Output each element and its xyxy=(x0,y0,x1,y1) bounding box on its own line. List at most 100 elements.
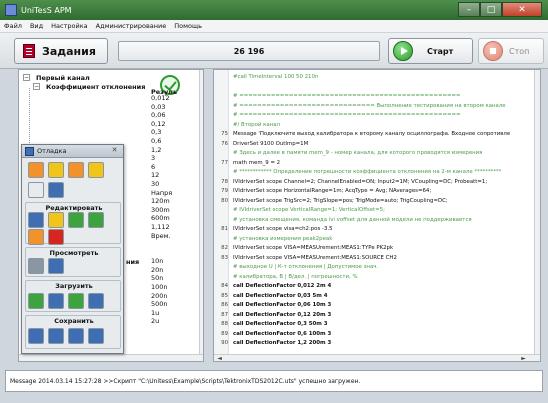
collapse-icon[interactable]: − xyxy=(23,74,30,81)
collapse-icon[interactable]: − xyxy=(33,83,40,90)
scroll-right-icon[interactable]: ► xyxy=(520,355,527,361)
edit-list-icon[interactable] xyxy=(48,212,64,228)
tree-vertical-scrollbar[interactable] xyxy=(199,70,203,361)
goto-line-icon[interactable] xyxy=(28,182,44,198)
debug-palette[interactable]: Отладка ✕ Редактировать Просмотреть Загр… xyxy=(21,144,124,354)
app-icon xyxy=(5,4,17,16)
step-into-icon[interactable] xyxy=(28,162,44,178)
line-number: 87 xyxy=(221,311,228,318)
load-db2-icon[interactable] xyxy=(48,293,64,309)
code-line[interactable]: # ======================================… xyxy=(214,111,461,120)
maximize-button[interactable]: □ xyxy=(480,2,502,17)
result-value: 50n xyxy=(151,274,164,283)
tasks-icon xyxy=(23,44,35,58)
line-number: 82 xyxy=(221,245,228,252)
load-db3-icon[interactable] xyxy=(68,293,84,309)
palette-title-bar[interactable]: Отладка ✕ xyxy=(22,145,123,158)
code-line[interactable]: # ============================== Выполне… xyxy=(214,102,506,111)
toolbar: Задания 26 196 Старт Стоп xyxy=(0,33,548,69)
result-value: 3 xyxy=(151,154,156,163)
load-folder-icon[interactable] xyxy=(88,293,104,309)
line-number: 76 xyxy=(221,140,228,147)
code-line[interactable]: # IVIdriverSet scope VerticalRange=1; Ve… xyxy=(214,206,385,215)
code-line[interactable]: 76 DriverSet 9100 OutImp=1M xyxy=(214,140,308,149)
script-horizontal-scrollbar[interactable]: ◄ ► xyxy=(214,354,540,361)
minimize-button[interactable]: – xyxy=(458,2,480,17)
code-line[interactable]: 87 call DeflectionFactor 0,12 20m 3 xyxy=(214,311,331,320)
line-number: 85 xyxy=(221,292,228,299)
result-value: 10n xyxy=(151,257,164,266)
code-line[interactable]: # ======================================… xyxy=(214,92,461,101)
load-db-icon[interactable] xyxy=(28,293,44,309)
code-text: #/ Второй канал xyxy=(233,121,280,128)
menu-file[interactable]: Файл xyxy=(0,22,26,30)
line-number: 83 xyxy=(221,254,228,261)
stop-button[interactable]: Стоп xyxy=(478,38,544,64)
palette-close-icon[interactable]: ✕ xyxy=(110,147,119,155)
code-line[interactable]: 90 call DeflectionFactor 1,2 200m 3 xyxy=(214,339,331,348)
code-line[interactable]: 89 call DeflectionFactor 0,6 100m 3 xyxy=(214,330,331,339)
result-value: 200n xyxy=(151,291,168,300)
code-line[interactable]: #call TimeInterval 100 50 210n xyxy=(214,73,318,82)
code-line[interactable]: 85 call DeflectionFactor 0,03 5m 4 xyxy=(214,292,327,301)
tree-horizontal-scrollbar[interactable] xyxy=(19,354,203,361)
code-line[interactable]: 88 call DeflectionFactor 0,3 50m 3 xyxy=(214,320,328,329)
save-db3-icon[interactable] xyxy=(68,328,84,344)
code-line[interactable]: # выходное U | К-т отклонения | Допустим… xyxy=(214,263,378,272)
delete-icon[interactable] xyxy=(48,229,64,245)
view-monitor-icon[interactable] xyxy=(48,258,64,274)
menu-settings[interactable]: Настройка xyxy=(47,22,91,30)
menu-admin[interactable]: Администрирование xyxy=(92,22,171,30)
code-line[interactable] xyxy=(214,83,233,92)
code-line[interactable]: 84 call DeflectionFactor 0,012 2m 4 xyxy=(214,282,331,291)
edit-add-icon[interactable] xyxy=(68,212,84,228)
code-text: # ======================================… xyxy=(233,93,461,100)
step-down-icon[interactable] xyxy=(68,162,84,178)
code-text: call DeflectionFactor 1,2 200m 3 xyxy=(233,340,332,347)
result-values: 0,012 0,03 0,06 0,12 0,3 0,6 1,2 3 6 12 30 Напря 120… xyxy=(151,94,203,326)
code-line[interactable]: 79 IVIdriverSet scope HorizontalRange=1m;… xyxy=(214,187,431,196)
menu-bar: Файл Вид Настройка Администрирование Пом… xyxy=(0,20,548,33)
code-line[interactable]: # Здесь и далее в памяти mem_9 - номер к… xyxy=(214,149,482,158)
code-line[interactable]: 75 Message 'Подключите выход калибратора … xyxy=(214,130,510,139)
start-label: Старт xyxy=(427,46,454,56)
close-button[interactable]: ✕ xyxy=(502,2,542,17)
save-db2-icon[interactable] xyxy=(48,328,64,344)
code-line[interactable]: #/ Второй канал xyxy=(214,121,280,130)
result-value: 600m xyxy=(151,214,170,223)
scroll-left-icon[interactable]: ◄ xyxy=(216,355,223,361)
save-disk-icon[interactable] xyxy=(88,328,104,344)
tree-node-channel[interactable]: − Первый канал xyxy=(19,73,90,82)
filter-icon[interactable] xyxy=(88,162,104,178)
save-db-icon[interactable] xyxy=(28,328,44,344)
code-line[interactable]: 81 IVIdriverSet scope visa=ch2:pos -3.5 xyxy=(214,225,332,234)
code-line[interactable]: 82 IVIdriverSet scope VISA=MEASUrement:ME… xyxy=(214,244,393,253)
edit-settings-icon[interactable] xyxy=(88,212,104,228)
code-line[interactable]: 86 call DeflectionFactor 0,06 10m 3 xyxy=(214,301,331,310)
code-line[interactable]: # установка смещения, команда ivi voffse… xyxy=(214,216,472,225)
code-text: call DeflectionFactor 0,3 50m 3 xyxy=(233,321,328,328)
code-line[interactable]: 80 IVIdriverSet scope TrigSrc=2; TrigSlop… xyxy=(214,197,448,206)
status-message: Message 2014.03.14 15:27:28 >>Скрипт "C:… xyxy=(10,377,361,385)
code-text: # ============================== Выполне… xyxy=(233,102,506,109)
script-vertical-scrollbar[interactable] xyxy=(534,70,540,354)
tree-view-icon[interactable] xyxy=(48,182,64,198)
menu-view[interactable]: Вид xyxy=(26,22,47,30)
code-line[interactable]: 77 math mem_9 = 2 xyxy=(214,159,280,168)
tree-node-coef[interactable]: − Коэффициент отклонения xyxy=(29,82,145,91)
code-line[interactable]: # установка измерения peak2peak xyxy=(214,235,332,244)
start-button[interactable]: Старт xyxy=(388,38,473,64)
script-editor[interactable]: #call TimeInterval 100 50 210n # ========… xyxy=(213,69,541,362)
view-doc-icon[interactable] xyxy=(28,258,44,274)
code-text: # ======================================… xyxy=(233,112,461,119)
edit-insert-icon[interactable] xyxy=(28,229,44,245)
window-title: UniTesS APM xyxy=(21,5,72,15)
edit-chart-icon[interactable] xyxy=(28,212,44,228)
code-line[interactable]: 83 IVIdriverSet scope VISA=MEASUrement:ME… xyxy=(214,254,397,263)
step-over-icon[interactable] xyxy=(48,162,64,178)
menu-help[interactable]: Помощь xyxy=(170,22,206,30)
tasks-button[interactable]: Задания xyxy=(14,38,108,64)
code-line[interactable]: # калибратора, В | В/дел. | погрешности,… xyxy=(214,273,358,282)
code-line[interactable]: 78 IVIdriverSet scope Channel=2; ChannelE… xyxy=(214,178,487,187)
code-line[interactable]: # ************ Определение погрешности к… xyxy=(214,168,501,177)
